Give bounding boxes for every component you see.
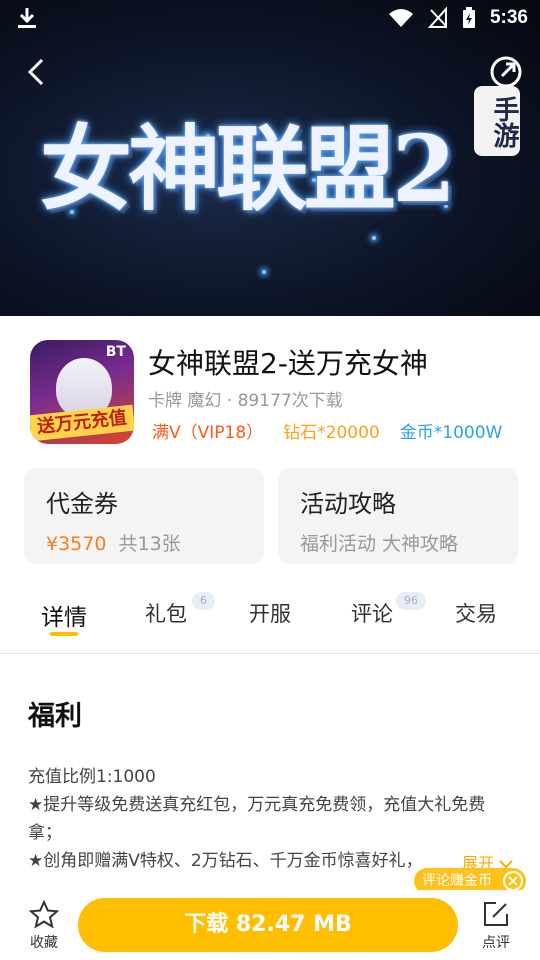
favorite-button[interactable]: 收藏 <box>14 899 74 952</box>
bottom-bar: 收藏 下载 82.47 MB 点评 <box>0 890 540 960</box>
activity-title: 活动攻略 <box>300 490 396 518</box>
gifts-count-badge: 6 <box>192 592 215 610</box>
favorite-label: 收藏 <box>30 935 58 951</box>
tag-vip: 满V（VIP18） <box>152 423 264 443</box>
activity-guide-card[interactable]: 活动攻略 福利活动 大神攻略 <box>278 468 518 564</box>
share-button[interactable] <box>488 54 524 90</box>
tab-details[interactable]: 详情 <box>24 598 104 632</box>
voucher-title: 代金券 <box>46 490 118 518</box>
activity-sub: 福利活动 大神攻略 <box>300 533 459 555</box>
voucher-count: 共13张 <box>118 533 181 555</box>
app-name: 女神联盟2-送万充女神 <box>148 347 428 380</box>
tab-bar: 详情 礼包 6 开服 评论 96 交易 <box>0 584 540 654</box>
star-icon <box>28 899 60 929</box>
download-status-icon <box>18 8 36 28</box>
status-bar: 5:36 <box>0 0 540 36</box>
app-icon: BT 送万元充值 <box>30 340 134 444</box>
edit-icon <box>484 902 508 926</box>
review-label: 点评 <box>482 935 510 951</box>
section-title: 福利 <box>28 701 82 732</box>
app-meta: 卡牌 魔幻 · 89177次下载 <box>148 391 343 411</box>
battery-icon <box>462 7 475 28</box>
game-banner: 女神联盟2 手游 5:36 <box>0 0 540 316</box>
no-signal-icon <box>427 7 447 28</box>
review-button[interactable]: 点评 <box>466 900 526 952</box>
download-button[interactable]: 下载 82.47 MB <box>78 898 458 952</box>
back-button[interactable] <box>22 56 54 88</box>
tag-diamond: 钻石*20000 <box>283 423 380 443</box>
comments-count-badge: 96 <box>396 592 426 610</box>
app-tags: 满V（VIP18） 钻石*20000 金币*1000W <box>152 418 502 443</box>
tab-trade[interactable]: 交易 <box>436 598 516 628</box>
banner-title: 女神联盟2 <box>40 115 456 223</box>
status-time: 5:36 <box>489 7 528 28</box>
wifi-icon <box>388 9 413 27</box>
section-body: 充值比例1:1000 ★提升等级免费送真充红包，万元真充免费领，充值大礼免费拿；… <box>28 767 486 871</box>
voucher-card[interactable]: 代金券 ¥3570 共13张 <box>24 468 264 564</box>
banner-badge: 手游 <box>474 86 520 156</box>
details-content: 福利 充值比例1:1000 ★提升等级免费送真充红包，万元真充免费领，充值大礼免… <box>28 694 488 875</box>
voucher-price: ¥3570 <box>46 533 107 555</box>
tag-gold: 金币*1000W <box>399 423 503 443</box>
active-tab-indicator <box>50 632 78 636</box>
tab-servers[interactable]: 开服 <box>230 598 310 628</box>
close-icon[interactable] <box>503 871 523 891</box>
